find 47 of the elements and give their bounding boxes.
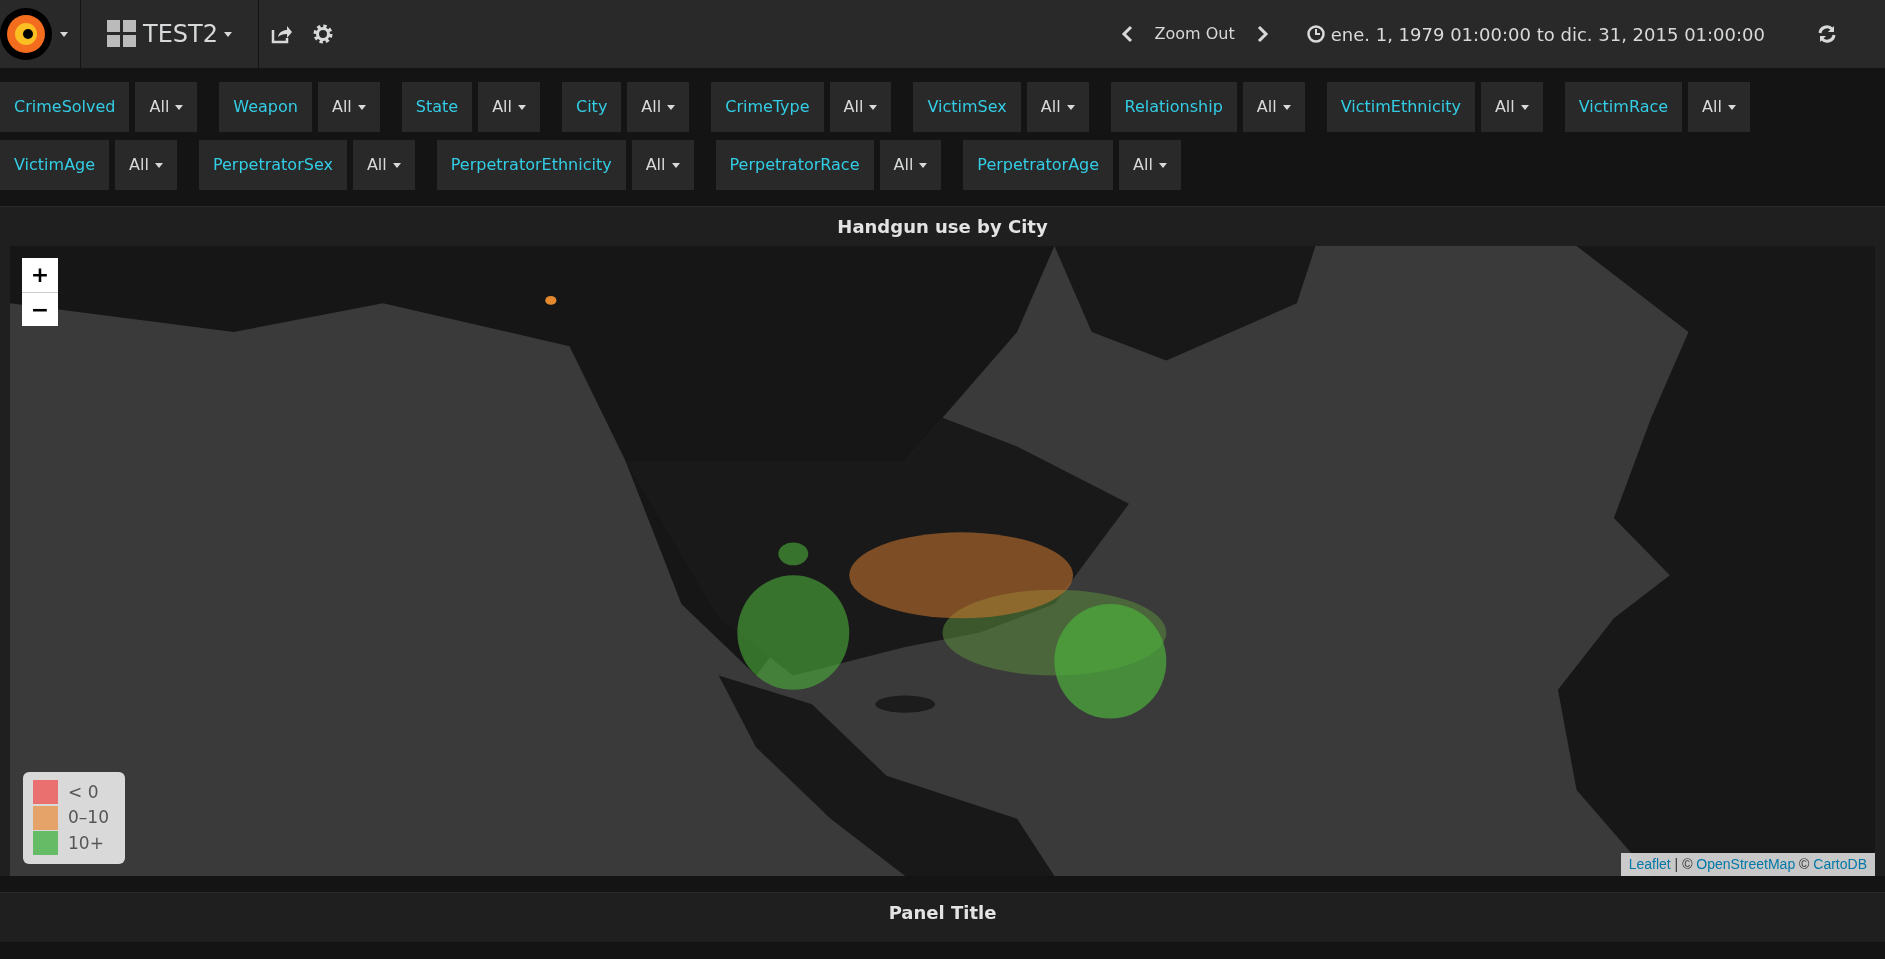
- attribution-text: Leaflet | © OpenStreetMap © CartoDB: [1620, 853, 1875, 876]
- panel-title: Handgun use by City: [836, 215, 1049, 239]
- grid-icon: [107, 20, 137, 48]
- logo-icon[interactable]: [0, 8, 52, 60]
- refresh-icon[interactable]: [1817, 24, 1837, 44]
- filter-label: Relationship: [1110, 82, 1237, 132]
- settings-icon[interactable]: [313, 24, 333, 44]
- filter-dropdown[interactable]: All: [135, 82, 198, 132]
- filter-label: Weapon: [219, 82, 312, 132]
- chevron-right-icon[interactable]: [1256, 25, 1269, 43]
- dashboard-picker[interactable]: TEST2: [99, 12, 240, 56]
- filter-dropdown[interactable]: All: [1119, 140, 1181, 190]
- filter-dropdown[interactable]: All: [879, 140, 942, 190]
- filter-dropdown[interactable]: All: [478, 82, 540, 132]
- clock-icon: [1306, 25, 1325, 43]
- filter-label: VictimAge: [0, 140, 110, 190]
- zoom-out-button[interactable]: Zoom Out: [1146, 18, 1243, 50]
- filter-label: PerpetratorAge: [963, 140, 1114, 190]
- filter-dropdown[interactable]: All: [1242, 82, 1305, 132]
- filter-label: VictimEthnicity: [1326, 82, 1475, 132]
- share-icon[interactable]: [271, 24, 293, 44]
- filter-dropdown[interactable]: All: [631, 140, 694, 190]
- filter-label: VictimRace: [1564, 82, 1683, 132]
- filter-dropdown[interactable]: All: [1026, 82, 1089, 132]
- filter-label: PerpetratorEthnicity: [436, 140, 626, 190]
- panel-title: Panel Title: [887, 901, 998, 925]
- filter-label: VictimSex: [913, 82, 1021, 132]
- filter-label: City: [562, 82, 622, 132]
- zoom-out-map-button[interactable]: −: [22, 292, 58, 326]
- legend-label: 10+: [68, 831, 104, 855]
- filter-dropdown[interactable]: All: [317, 82, 380, 132]
- chevron-left-icon[interactable]: [1120, 25, 1133, 43]
- time-range-picker[interactable]: ene. 1, 1979 01:00:00 to dic. 31, 2015 01:00:00: [1298, 16, 1773, 52]
- caret-icon[interactable]: [60, 31, 68, 37]
- filter-dropdown[interactable]: All: [627, 82, 690, 132]
- legend-label: 0–10: [68, 806, 109, 829]
- filter-label: PerpetratorRace: [715, 140, 874, 190]
- filter-label: PerpetratorSex: [198, 140, 347, 190]
- filter-dropdown[interactable]: All: [115, 140, 177, 190]
- legend-label: < 0: [68, 780, 99, 804]
- filter-dropdown[interactable]: All: [352, 140, 415, 190]
- filter-dropdown[interactable]: All: [1688, 82, 1750, 132]
- filter-dropdown[interactable]: All: [1480, 82, 1543, 132]
- filter-label: CrimeType: [711, 82, 824, 132]
- filter-label: CrimeSolved: [0, 82, 130, 132]
- filter-label: State: [401, 82, 473, 132]
- filter-dropdown[interactable]: All: [829, 82, 892, 132]
